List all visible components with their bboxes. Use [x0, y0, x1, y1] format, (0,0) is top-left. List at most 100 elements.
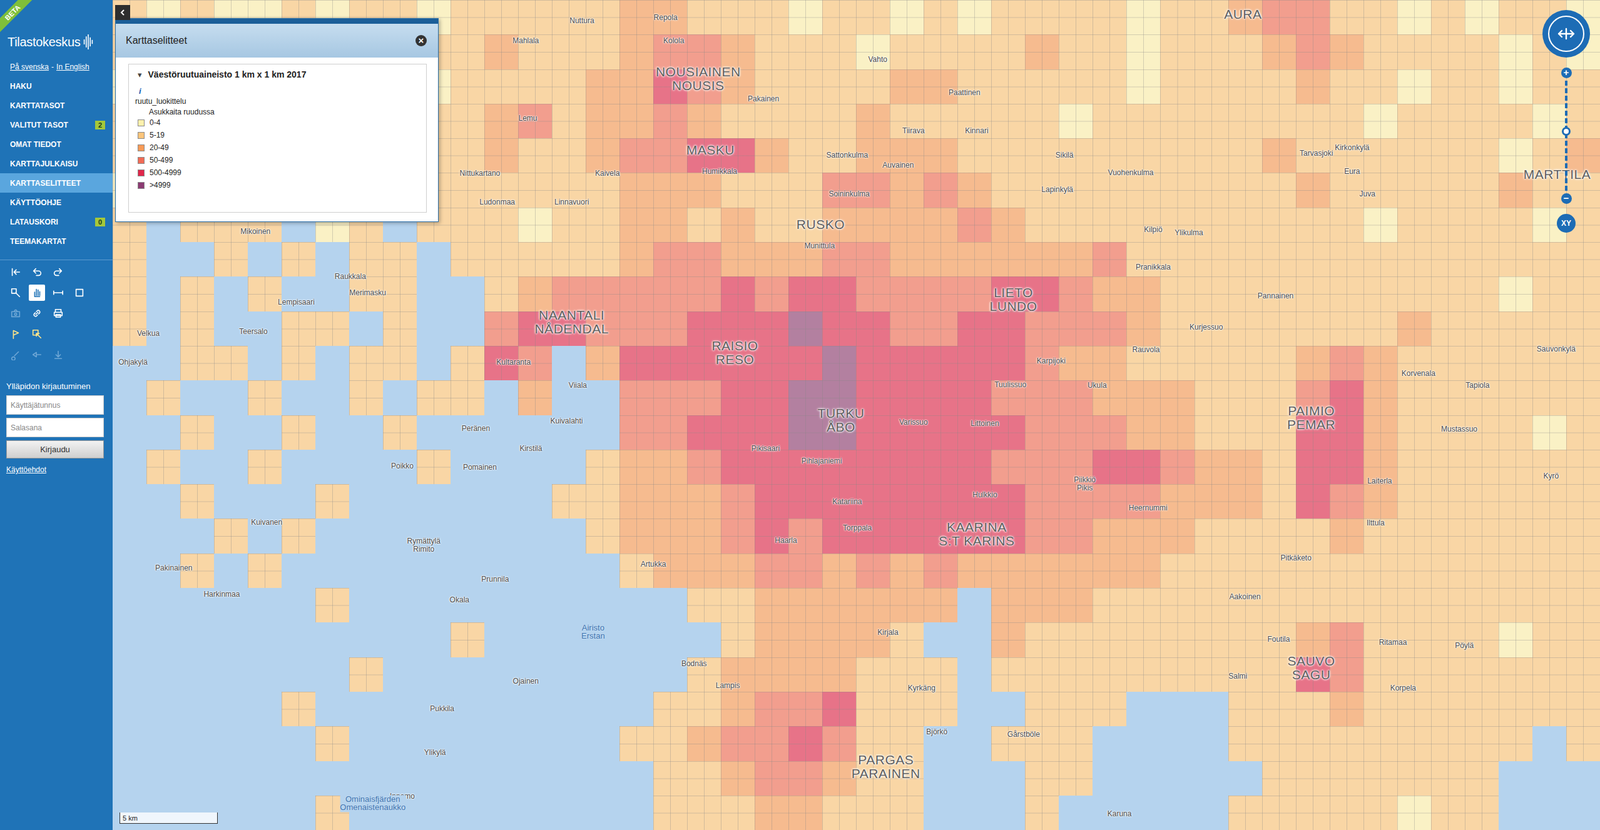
grid-cell[interactable] [1431, 172, 1465, 208]
grid-cell[interactable] [1262, 761, 1296, 796]
grid-cell[interactable] [1431, 449, 1465, 485]
grid-cell[interactable] [687, 692, 721, 727]
grid-cell[interactable] [1532, 311, 1567, 347]
grid-cell[interactable] [484, 276, 519, 311]
tool-button[interactable] [28, 284, 46, 301]
grid-cell[interactable] [180, 346, 215, 381]
grid-cell[interactable] [1228, 380, 1263, 415]
grid-cell[interactable] [1092, 449, 1127, 485]
grid-cell[interactable] [1194, 34, 1229, 69]
grid-cell[interactable] [754, 795, 789, 830]
grid-cell[interactable] [687, 207, 721, 243]
grid-cell[interactable] [484, 242, 519, 277]
grid-cell[interactable] [551, 172, 586, 208]
grid-cell[interactable] [923, 518, 958, 554]
grid-cell[interactable] [1194, 657, 1229, 693]
grid-cell[interactable] [1295, 34, 1330, 69]
grid-cell[interactable] [889, 311, 924, 347]
grid-cell[interactable] [1228, 34, 1263, 69]
grid-cell[interactable] [923, 484, 958, 519]
tool-button[interactable] [28, 264, 46, 281]
grid-cell[interactable] [687, 242, 721, 277]
grid-cell[interactable] [1194, 518, 1229, 554]
grid-cell[interactable] [720, 726, 755, 761]
grid-cell[interactable] [822, 276, 857, 311]
menu-item[interactable]: LATAUSKORI 0 [0, 212, 113, 232]
grid-cell[interactable] [957, 484, 992, 519]
tool-button[interactable] [7, 346, 24, 363]
grid-cell[interactable] [687, 415, 721, 450]
grid-cell[interactable] [180, 484, 215, 519]
grid-cell[interactable] [1228, 311, 1263, 347]
grid-cell[interactable] [991, 622, 1025, 658]
grid-cell[interactable] [1262, 380, 1296, 415]
grid-cell[interactable] [1058, 103, 1093, 139]
grid-cell[interactable] [1194, 380, 1229, 415]
grid-cell[interactable] [1431, 518, 1465, 554]
grid-cell[interactable] [1431, 795, 1465, 830]
grid-cell[interactable] [1397, 795, 1432, 830]
grid-cell[interactable] [687, 553, 721, 589]
grid-cell[interactable] [1431, 242, 1465, 277]
grid-cell[interactable] [1566, 380, 1600, 415]
grid-cell[interactable] [1329, 207, 1364, 243]
grid-cell[interactable] [1397, 346, 1432, 381]
grid-cell[interactable] [1498, 415, 1533, 450]
grid-cell[interactable] [1092, 207, 1127, 243]
collapse-button[interactable] [115, 5, 131, 21]
grid-cell[interactable] [856, 276, 890, 311]
grid-cell[interactable] [315, 795, 350, 830]
grid-cell[interactable] [1498, 380, 1533, 415]
grid-cell[interactable] [1431, 346, 1465, 381]
grid-cell[interactable] [1024, 484, 1059, 519]
grid-cell[interactable] [1397, 242, 1432, 277]
grid-cell[interactable] [1397, 588, 1432, 623]
grid-cell[interactable] [382, 311, 417, 347]
grid-cell[interactable] [349, 657, 383, 693]
grid-cell[interactable] [1126, 346, 1161, 381]
grid-cell[interactable] [788, 207, 823, 243]
login-button[interactable]: Kirjaudu [6, 440, 104, 459]
grid-cell[interactable] [1092, 34, 1127, 69]
grid-cell[interactable] [687, 761, 721, 796]
grid-cell[interactable] [1498, 657, 1533, 693]
grid-cell[interactable] [1092, 622, 1127, 658]
menu-item[interactable]: KARTTAJULKAISU [0, 153, 113, 174]
grid-cell[interactable] [1498, 103, 1533, 139]
grid-cell[interactable] [1160, 484, 1194, 519]
grid-cell[interactable] [247, 449, 282, 485]
grid-cell[interactable] [856, 103, 890, 139]
grid-cell[interactable] [1228, 172, 1263, 208]
grid-cell[interactable] [1126, 276, 1161, 311]
grid-cell[interactable] [349, 346, 383, 381]
grid-cell[interactable] [1363, 553, 1398, 589]
grid-cell[interactable] [1329, 518, 1364, 554]
grid-cell[interactable] [619, 276, 654, 311]
grid-cell[interactable] [1431, 380, 1465, 415]
grid-cell[interactable] [923, 692, 958, 727]
grid-cell[interactable] [1363, 311, 1398, 347]
grid-cell[interactable] [1464, 69, 1499, 104]
grid-cell[interactable] [382, 242, 417, 277]
grid-cell[interactable] [687, 726, 721, 761]
grid-cell[interactable] [1228, 622, 1263, 658]
tool-button[interactable] [28, 326, 46, 343]
grid-cell[interactable] [518, 242, 552, 277]
grid-cell[interactable] [1397, 657, 1432, 693]
grid-cell[interactable] [889, 761, 924, 796]
grid-cell[interactable] [788, 276, 823, 311]
grid-cell[interactable] [991, 69, 1025, 104]
grid-cell[interactable] [720, 518, 755, 554]
grid-cell[interactable] [754, 692, 789, 727]
grid-cell[interactable] [653, 726, 688, 761]
grid-cell[interactable] [619, 484, 654, 519]
grid-cell[interactable] [889, 69, 924, 104]
grid-cell[interactable] [991, 138, 1025, 173]
grid-cell[interactable] [1464, 588, 1499, 623]
grid-cell[interactable] [991, 103, 1025, 139]
menu-item[interactable]: KÄYTTÖOHJE [0, 192, 113, 213]
grid-cell[interactable] [1464, 34, 1499, 69]
grid-cell[interactable] [687, 484, 721, 519]
grid-cell[interactable] [1228, 242, 1263, 277]
grid-cell[interactable] [1329, 380, 1364, 415]
